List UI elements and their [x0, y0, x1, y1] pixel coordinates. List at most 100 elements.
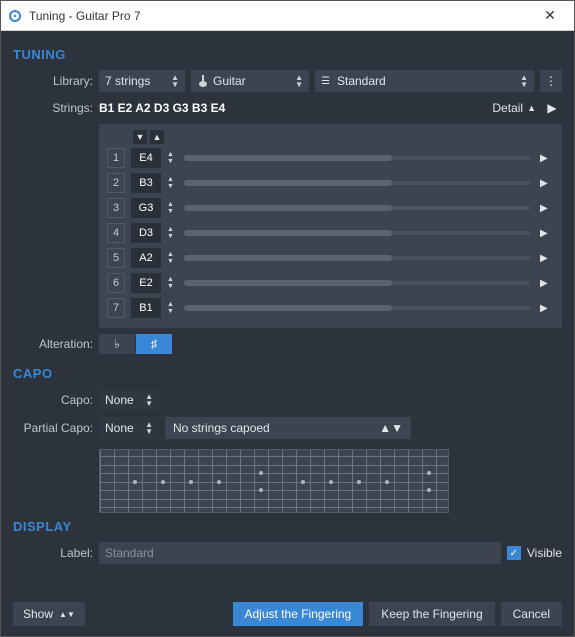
list-icon: ☰ [321, 76, 331, 87]
string-note-stepper[interactable]: ▲▼ [167, 198, 174, 218]
string-note-input[interactable]: G3 [131, 198, 161, 218]
detail-toggle[interactable]: Detail ▲ [492, 101, 536, 115]
detail-label: Detail [492, 101, 523, 115]
flat-button[interactable]: ♭ [99, 334, 135, 354]
play-icon: ▶ [540, 178, 548, 189]
chevron-down-icon: ▼ [167, 208, 174, 215]
string-number: 1 [107, 148, 125, 168]
stepper-icon: ▲▼ [295, 74, 303, 88]
strings-editor: ▼ ▲ 1E4▲▼▶2B3▲▼▶3G3▲▼▶4D3▲▼▶5A2▲▼▶6E2▲▼▶… [99, 124, 562, 328]
display-heading: DISPLAY [13, 519, 562, 534]
string-note-input[interactable]: D3 [131, 223, 161, 243]
capo-select[interactable]: None ▲▼ [99, 389, 159, 411]
string-row: 4 D3 ▲▼ ▶ [107, 222, 554, 244]
chevron-down-icon: ▼ [167, 308, 174, 315]
instrument-value: Guitar [213, 74, 246, 88]
string-number: 7 [107, 298, 125, 318]
visible-checkbox[interactable]: ✓ [507, 546, 521, 560]
instrument-select[interactable]: Guitar ▲▼ [191, 70, 309, 92]
adjust-fingering-button[interactable]: Adjust the Fingering [233, 602, 364, 626]
show-menu-button[interactable]: Show ▲▼ [13, 602, 85, 626]
chevron-down-icon: ▼ [167, 258, 174, 265]
string-pitch-slider[interactable] [184, 256, 530, 260]
chevron-down-icon: ▼ [167, 283, 174, 290]
play-icon: ▶ [540, 278, 548, 289]
show-label: Show [23, 607, 53, 621]
chevron-up-icon: ▲ [167, 151, 174, 158]
kebab-icon: ⋮ [545, 74, 557, 88]
string-note-input[interactable]: E2 [131, 273, 161, 293]
play-icon: ▶ [540, 153, 548, 164]
more-options-button[interactable]: ⋮ [540, 70, 562, 92]
string-play-button[interactable]: ▶ [540, 178, 554, 189]
stepper-icon: ▲▼ [145, 421, 153, 435]
string-pitch-slider[interactable] [184, 306, 530, 310]
string-number: 4 [107, 223, 125, 243]
string-number: 2 [107, 173, 125, 193]
string-note-input[interactable]: B1 [131, 298, 161, 318]
string-pitch-slider[interactable] [184, 156, 530, 160]
chevron-up-icon: ▲ [167, 276, 174, 283]
play-all-button[interactable]: ▶ [542, 98, 562, 118]
close-button[interactable]: ✕ [530, 2, 570, 30]
preset-value: Standard [337, 74, 386, 88]
string-play-button[interactable]: ▶ [540, 253, 554, 264]
string-note-input[interactable]: E4 [131, 148, 161, 168]
string-play-button[interactable]: ▶ [540, 203, 554, 214]
partial-capo-status-text: No strings capoed [173, 421, 270, 435]
string-play-button[interactable]: ▶ [540, 278, 554, 289]
stepper-icon: ▲▼ [59, 611, 75, 618]
partial-capo-label: Partial Capo: [13, 421, 93, 435]
string-note-stepper[interactable]: ▲▼ [167, 148, 174, 168]
preset-select[interactable]: ☰ Standard ▲▼ [315, 70, 534, 92]
stepper-icon: ▲▼ [520, 74, 528, 88]
cancel-button[interactable]: Cancel [501, 602, 562, 626]
string-row: 6E2▲▼▶ [107, 272, 554, 294]
string-note-stepper[interactable]: ▲▼ [167, 173, 174, 193]
string-play-button[interactable]: ▶ [540, 153, 554, 164]
play-icon: ▶ [540, 253, 548, 264]
display-label-input[interactable] [99, 542, 501, 564]
chevron-down-icon: ▼ [167, 233, 174, 240]
all-strings-down-button[interactable]: ▼ [133, 130, 147, 144]
string-note-stepper[interactable]: ▲▼ [167, 273, 174, 293]
string-play-button[interactable]: ▶ [540, 303, 554, 314]
stepper-icon: ▲▼ [171, 74, 179, 88]
string-note-stepper[interactable]: ▲▼ [167, 223, 174, 243]
chevron-up-icon: ▲ [167, 301, 174, 308]
capo-heading: CAPO [13, 366, 562, 381]
stepper-icon: ▲▼ [145, 393, 153, 407]
string-pitch-slider[interactable] [184, 281, 530, 285]
chevron-up-icon: ▲ [167, 176, 174, 183]
check-icon: ✓ [510, 548, 518, 559]
chevron-up-icon: ▲ [167, 251, 174, 258]
sharp-button[interactable]: ♯ [136, 334, 172, 354]
strings-label: Strings: [13, 101, 93, 115]
partial-capo-status[interactable]: No strings capoed ▲▼ [165, 417, 411, 439]
strings-count-select[interactable]: 7 strings ▲▼ [99, 70, 185, 92]
partial-capo-select[interactable]: None ▲▼ [99, 417, 159, 439]
string-play-button[interactable]: ▶ [540, 228, 554, 239]
string-row: 3G3▲▼▶ [107, 197, 554, 219]
string-pitch-slider[interactable] [184, 181, 530, 185]
string-number: 5 [107, 248, 125, 268]
chevron-down-icon: ▼ [136, 132, 145, 142]
string-pitch-slider[interactable] [184, 206, 530, 210]
chevron-down-icon: ▼ [167, 158, 174, 165]
string-note-input[interactable]: A2 [131, 248, 161, 268]
app-icon [5, 6, 25, 26]
flat-symbol: ♭ [114, 337, 120, 351]
sharp-symbol: ♯ [151, 337, 157, 351]
string-row: 5 A2 ▲▼ ▶ [107, 247, 554, 269]
partial-capo-value: None [105, 421, 134, 435]
keep-fingering-button[interactable]: Keep the Fingering [369, 602, 494, 626]
string-note-stepper[interactable]: ▲▼ [167, 298, 174, 318]
alteration-label: Alteration: [13, 337, 93, 351]
window-title: Tuning - Guitar Pro 7 [25, 9, 530, 23]
string-note-input[interactable]: B3 [131, 173, 161, 193]
string-note-stepper[interactable]: ▲▼ [167, 248, 174, 268]
string-row: 1 E4 ▲▼ ▶ [107, 147, 554, 169]
string-pitch-slider[interactable] [184, 231, 530, 235]
all-strings-up-button[interactable]: ▲ [150, 130, 164, 144]
capo-label: Capo: [13, 393, 93, 407]
